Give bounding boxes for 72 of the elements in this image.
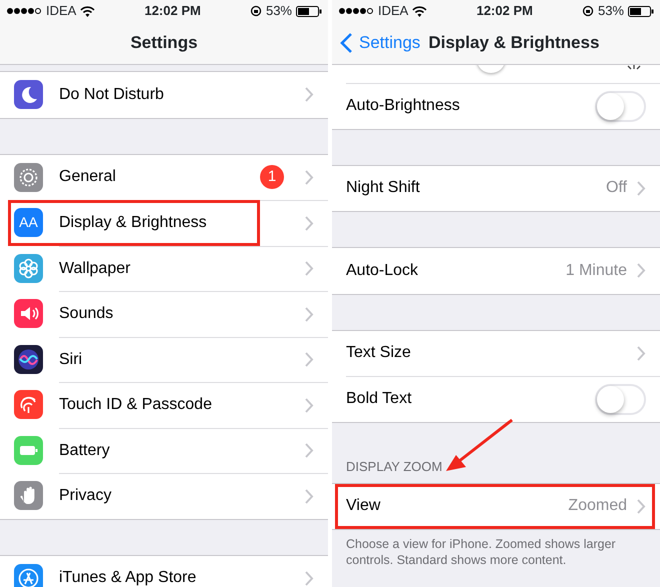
- row-label: General: [59, 167, 117, 188]
- settings-row[interactable]: Touch ID & Passcode: [0, 382, 328, 428]
- sun-icon: [626, 65, 642, 71]
- status-time: 12:02 PM: [476, 2, 533, 20]
- notification-badge: 1: [260, 165, 284, 190]
- chevron-icon: [304, 214, 314, 232]
- chevron-icon: [304, 396, 314, 414]
- chevron-icon: [304, 86, 314, 104]
- chevron-icon: [304, 168, 314, 186]
- settings-row[interactable]: Auto-Lock 1 Minute: [332, 248, 660, 294]
- settings-row[interactable]: View Zoomed: [332, 484, 660, 529]
- section-header: DISPLAY ZOOM: [346, 458, 442, 476]
- row-label: Night Shift: [346, 178, 421, 198]
- battery-icon: [628, 6, 654, 16]
- signal-icon: [338, 7, 374, 15]
- wifi-icon: [412, 6, 428, 16]
- chevron-icon: [304, 351, 314, 368]
- settings-row[interactable]: iTunes & App Store: [0, 556, 328, 587]
- row-label: Battery: [59, 440, 111, 461]
- settings-row[interactable]: AA Display & Brightness: [0, 200, 328, 246]
- settings-row[interactable]: Sounds: [0, 291, 328, 336]
- wifi-icon: [80, 6, 96, 16]
- row-label: Auto-Lock: [346, 260, 420, 281]
- row-label: Text Size: [346, 343, 412, 364]
- toggle-switch[interactable]: [595, 384, 646, 415]
- row-label: iTunes & App Store: [59, 568, 198, 587]
- chevron-icon: [636, 262, 646, 280]
- back-button[interactable]: Settings: [332, 30, 428, 56]
- row-label: Touch ID & Passcode: [59, 395, 213, 416]
- toggle-switch[interactable]: [595, 90, 646, 122]
- settings-row[interactable]: Siri: [0, 336, 328, 382]
- screen-title: Settings: [130, 32, 198, 54]
- row-label: Wallpaper: [59, 258, 132, 279]
- chevron-icon: [304, 306, 314, 323]
- row-value: Zoomed: [568, 496, 627, 516]
- carrier-name: IDEA: [378, 2, 408, 20]
- chevron-icon: [304, 442, 314, 460]
- chevron-icon: [304, 260, 314, 278]
- chevron-icon: [304, 488, 314, 505]
- signal-icon: [6, 7, 42, 15]
- settings-row[interactable]: Night Shift Off: [332, 166, 660, 211]
- display-icon: AA: [14, 208, 43, 238]
- row-label: Display & Brightness: [59, 213, 208, 234]
- screen-title: Display & Brightness: [428, 32, 600, 54]
- back-chevron-icon: [340, 32, 353, 54]
- battery-icon: [296, 6, 322, 16]
- section-footer: Choose a view for iPhone. Zoomed shows larger controls. Standard shows more content.: [332, 530, 660, 576]
- rotation-lock-icon: [250, 5, 262, 17]
- battery-percent: 53%: [266, 2, 292, 20]
- settings-row[interactable]: Privacy: [0, 473, 328, 518]
- row-label: Siri: [59, 350, 84, 370]
- settings-row[interactable]: General 1: [0, 154, 328, 200]
- row-value: 1 Minute: [566, 260, 627, 281]
- settings-row[interactable]: Text Size: [332, 330, 660, 376]
- battery-percent: 53%: [598, 2, 624, 20]
- settings-row[interactable]: Battery: [0, 428, 328, 473]
- row-label: Auto-Brightness: [346, 96, 461, 116]
- rotation-lock-icon: [582, 5, 594, 17]
- carrier-name: IDEA: [46, 2, 76, 20]
- row-label: Privacy: [59, 486, 112, 506]
- row-value: Off: [606, 178, 627, 198]
- row-label: Bold Text: [346, 389, 413, 410]
- annotation-arrow: [444, 418, 514, 474]
- settings-row[interactable]: Wallpaper: [0, 246, 328, 291]
- row-label: View: [346, 496, 382, 516]
- chevron-icon: [636, 344, 646, 362]
- settings-row[interactable]: Do Not Disturb: [0, 72, 328, 118]
- chevron-icon: [636, 180, 646, 197]
- chevron-icon: [636, 498, 646, 515]
- status-time: 12:02 PM: [144, 2, 201, 20]
- row-label: Sounds: [59, 304, 114, 324]
- row-label: Do Not Disturb: [59, 84, 165, 105]
